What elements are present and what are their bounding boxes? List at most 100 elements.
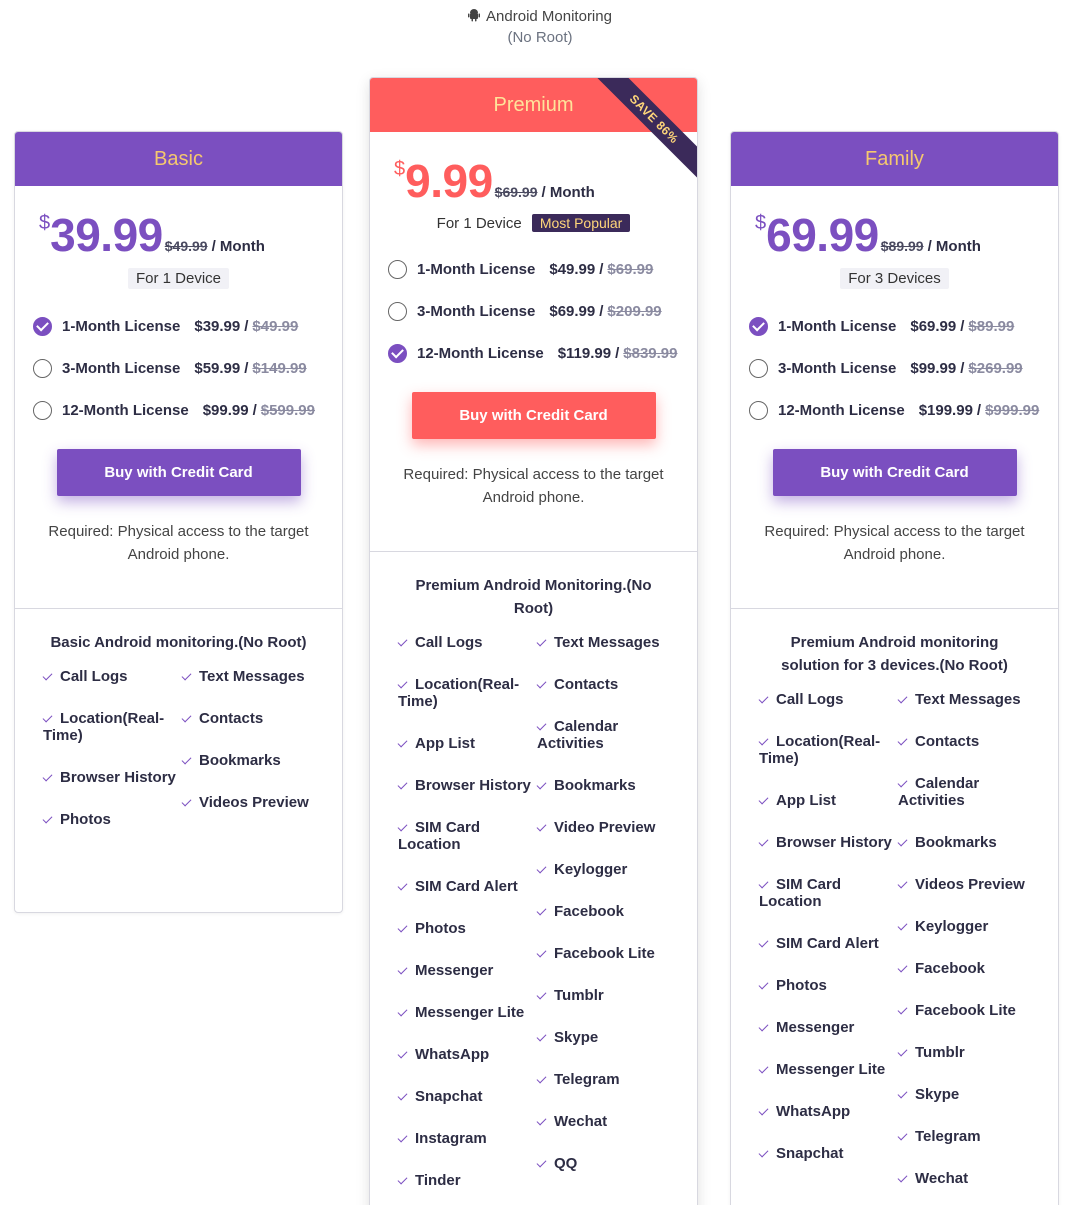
platform-header: Android Monitoring (No Root) [0,6,1080,48]
price-period: / Month [541,184,595,201]
check-icon [397,737,408,748]
check-icon [397,636,408,647]
plan-card-premium: Premium SAVE 86% $ 9.99 $69.99 / Month F… [369,77,698,1205]
feature-item: Contacts [536,676,676,693]
feature-item: WhatsApp [397,1046,537,1063]
feature-label: Snapchat [776,1145,844,1162]
check-icon [758,1147,769,1158]
check-icon [897,1088,908,1099]
radio-unchecked-icon[interactable] [33,400,52,420]
license-name: 1-Month License [417,260,536,278]
license-option[interactable]: 12-Month License $119.99/$839.99 [388,332,697,374]
currency-symbol: $ [394,158,406,180]
feature-item: Location(Real-Time) [758,733,898,767]
radio-unchecked-icon[interactable] [388,301,407,321]
check-icon [536,636,547,647]
radio-unchecked-icon[interactable] [749,400,768,420]
radio-checked-icon[interactable] [388,343,407,363]
check-icon [181,670,192,681]
check-icon [42,813,53,824]
license-option[interactable]: 12-Month License $99.99/$599.99 [33,389,342,431]
check-icon [758,1063,769,1074]
price-row: $ 39.99 $49.99 / Month [15,208,342,258]
check-icon [897,1046,908,1057]
license-price: $99.99 [910,359,957,377]
feature-label: SIM Card Alert [415,878,518,895]
feature-item: Telegram [897,1128,1037,1145]
feature-item: Facebook Lite [536,945,676,962]
feature-label: Location(Real-Time) [759,733,881,767]
check-icon [897,836,908,847]
plan-card-basic: Basic $ 39.99 $49.99 / Month For 1 Devic… [14,131,343,913]
check-icon [42,670,53,681]
feature-item: Bookmarks [897,834,1037,851]
buy-credit-card-button[interactable]: Buy with Credit Card [411,392,656,439]
license-name: 3-Month License [417,302,536,320]
feature-item: WhatsApp [758,1103,898,1120]
feature-label: Videos Preview [199,794,309,811]
feature-item: Messenger Lite [397,1004,537,1021]
check-icon [397,821,408,832]
currency-symbol: $ [39,212,51,234]
check-icon [397,678,408,689]
license-option[interactable]: 3-Month License $59.99/$149.99 [33,347,342,389]
check-icon [536,678,547,689]
price-separator: / [599,302,604,320]
feature-item: Keylogger [897,918,1037,935]
radio-checked-icon[interactable] [33,316,52,336]
feature-column-right: Text Messages Contacts Calendar Activities… [897,691,1037,1205]
feature-label: Bookmarks [915,834,997,851]
license-old-price: $209.99 [607,302,662,320]
feature-item: Bookmarks [181,752,321,769]
feature-item: SIM Card Alert [758,935,898,952]
device-count: For 1 Device [436,215,522,232]
license-option[interactable]: 1-Month License $69.99/$89.99 [749,305,1058,347]
feature-label: Facebook Lite [915,1002,1016,1019]
price-separator: / [960,359,965,377]
feature-label: Browser History [415,777,531,794]
license-name: 12-Month License [778,401,905,419]
feature-label: Telegram [915,1128,981,1145]
feature-item: Call Logs [397,634,537,651]
device-count: For 1 Device [127,268,230,289]
feature-item: Messenger Lite [758,1061,898,1078]
feature-list: Call Logs Location(Real-Time) Browser Hist… [15,668,342,853]
license-option[interactable]: 12-Month License $199.99/$999.99 [749,389,1058,431]
feature-label: WhatsApp [776,1103,851,1120]
feature-label: SIM Card Location [759,876,842,910]
radio-unchecked-icon[interactable] [388,259,407,279]
feature-item: SIM Card Location [758,876,898,910]
plan-name: Basic [15,132,342,186]
feature-label: SIM Card Alert [776,935,879,952]
license-name: 12-Month License [417,344,544,362]
price-separator: / [599,260,604,278]
feature-item: Bookmarks [536,777,676,794]
feature-label: Calendar Activities [898,775,980,809]
feature-label: WhatsApp [415,1046,490,1063]
radio-unchecked-icon[interactable] [33,358,52,378]
license-name: 1-Month License [778,317,897,335]
feature-label: Calendar Activities [537,718,619,752]
price-period: / Month [211,238,265,255]
license-name: 3-Month License [778,359,897,377]
radio-unchecked-icon[interactable] [749,358,768,378]
feature-column-left: Call Logs Location(Real-Time) App List Brow… [758,691,898,1205]
license-option[interactable]: 3-Month License $99.99/$269.99 [749,347,1058,389]
feature-item: Tinder [397,1172,537,1189]
feature-label: Call Logs [415,634,483,651]
radio-checked-icon[interactable] [749,316,768,336]
check-icon [397,1132,408,1143]
feature-item: Photos [397,920,537,937]
old-price: $69.99 [494,184,538,200]
feature-item: Facebook Lite [897,1002,1037,1019]
license-option[interactable]: 3-Month License $69.99/$209.99 [388,290,697,332]
buy-credit-card-button[interactable]: Buy with Credit Card [772,449,1017,496]
feature-label: Call Logs [60,668,128,685]
feature-label: Browser History [60,769,176,786]
license-option[interactable]: 1-Month License $49.99/$69.99 [388,248,697,290]
buy-credit-card-button[interactable]: Buy with Credit Card [56,449,301,496]
check-icon [397,964,408,975]
license-option[interactable]: 1-Month License $39.99/$49.99 [33,305,342,347]
license-price: $49.99 [549,260,596,278]
features-title: Basic Android monitoring.(No Root) [50,634,307,651]
